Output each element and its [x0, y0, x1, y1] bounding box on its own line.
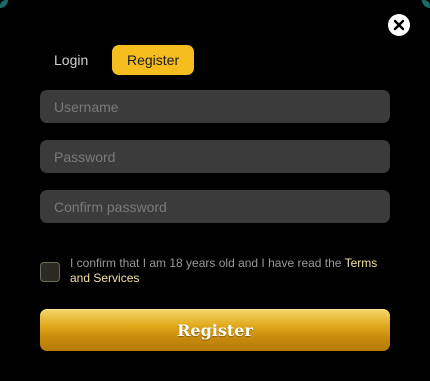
username-input[interactable] — [40, 90, 390, 123]
password-input[interactable] — [40, 140, 390, 173]
tab-login[interactable]: Login — [40, 45, 104, 75]
consent-label: I confirm that I am 18 years old and I h… — [70, 256, 345, 270]
corner-decoration — [0, 0, 8, 8]
register-button-label: Register — [177, 320, 253, 340]
register-button[interactable]: Register — [40, 309, 390, 351]
consent-text: I confirm that I am 18 years old and I h… — [70, 256, 390, 286]
age-confirm-checkbox[interactable] — [40, 262, 60, 282]
confirm-password-input[interactable] — [40, 190, 390, 223]
auth-tabs: Login Register — [40, 45, 195, 75]
corner-decoration — [422, 0, 430, 8]
register-modal: Login Register I confirm that I am 18 ye… — [0, 0, 430, 381]
close-icon — [393, 19, 405, 31]
close-button[interactable] — [388, 14, 410, 36]
tab-register[interactable]: Register — [112, 45, 195, 75]
